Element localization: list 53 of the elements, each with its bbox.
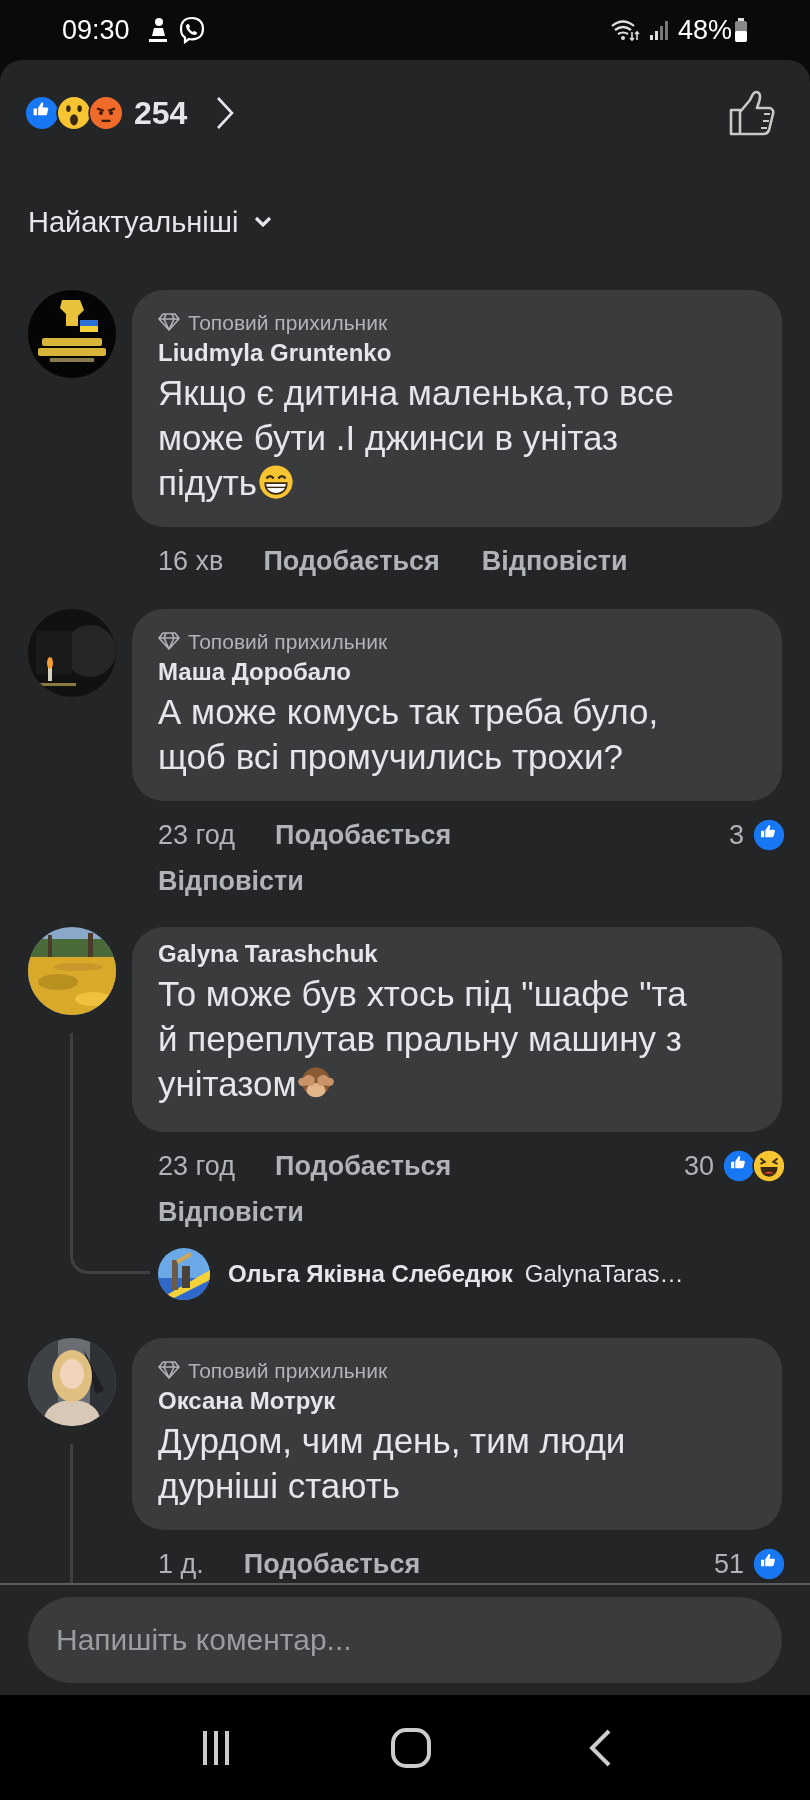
author-name[interactable]: Galyna Tarashchuk xyxy=(158,937,710,971)
like-link[interactable]: Подобається xyxy=(274,1152,452,1180)
reply-link[interactable]: Відповісти xyxy=(158,1198,304,1226)
reaction-count: 30 xyxy=(683,1152,714,1180)
signal-icon xyxy=(647,19,670,41)
reply-preview-text: GalynaTaras… xyxy=(524,1262,684,1286)
chat-bubble-icon xyxy=(177,16,206,44)
wow-reaction-icon xyxy=(56,95,92,131)
like-reaction-icon xyxy=(752,818,786,852)
reaction-count: 254 xyxy=(134,97,188,129)
comment-reactions[interactable]: 3 xyxy=(728,818,782,852)
author-name[interactable]: Оксана Мотрук xyxy=(158,1384,710,1418)
comment-time: 1 д. xyxy=(158,1550,204,1578)
top-fan-label: Топовий прихильник xyxy=(188,1359,388,1381)
like-reaction-icon xyxy=(24,95,60,131)
haha-reaction-icon xyxy=(752,1149,786,1183)
comment-time: 23 год xyxy=(158,821,235,849)
author-name[interactable]: Маша Доробало xyxy=(158,655,710,689)
top-fan-label: Топовий прихильник xyxy=(188,630,388,652)
wifi-icon xyxy=(609,18,640,42)
chevron-right-icon xyxy=(215,96,236,130)
grinning-face-icon xyxy=(256,463,295,501)
comment-reactions[interactable]: 51 xyxy=(713,1547,782,1581)
clock-time: 09:30 xyxy=(62,16,130,44)
diamond-icon xyxy=(158,1361,180,1379)
comment-text: А може комусь так треба було, щоб всі промучились трохи? xyxy=(158,691,660,778)
diamond-icon xyxy=(158,632,180,650)
comment-text: Якщо є дитина маленька,то все може бути .І джинси в унітаз підуть xyxy=(158,372,676,504)
battery-icon xyxy=(734,17,748,43)
like-link[interactable]: Подобається xyxy=(274,821,452,849)
comment-text: Дурдом, чим день, тим люди дурніші стають xyxy=(158,1420,627,1507)
reply-author-name[interactable]: Ольга Яківна Слебедюк xyxy=(228,1262,513,1286)
top-fan-label: Топовий прихильник xyxy=(188,311,388,333)
comment-time: 23 год xyxy=(158,1152,235,1180)
comment-reactions[interactable]: 30 xyxy=(683,1149,782,1183)
battery-percentage: 48% xyxy=(677,16,732,44)
comment-text: То може був хтось під "шафе "та й переплутав пральну машину з унітазом xyxy=(158,973,688,1105)
comment-input-field[interactable]: Напишіть коментар... xyxy=(28,1597,782,1683)
diamond-icon xyxy=(158,313,180,331)
angry-reaction-icon xyxy=(88,95,124,131)
author-name[interactable]: Liudmyla Gruntenko xyxy=(158,336,710,370)
reply-link[interactable]: Відповісти xyxy=(481,547,628,575)
like-reaction-icon xyxy=(722,1149,756,1183)
chevron-down-icon xyxy=(252,215,273,229)
like-link[interactable]: Подобається xyxy=(243,1550,421,1578)
like-link[interactable]: Подобається xyxy=(263,547,440,575)
home-icon[interactable] xyxy=(390,1726,432,1769)
reactions-summary[interactable]: 254 xyxy=(24,95,236,131)
comment-time: 16 хв xyxy=(158,547,224,575)
reaction-count: 51 xyxy=(713,1550,744,1578)
like-icon[interactable] xyxy=(728,90,776,136)
reply-link[interactable]: Відповісти xyxy=(158,867,304,895)
reaction-count: 3 xyxy=(728,821,744,849)
